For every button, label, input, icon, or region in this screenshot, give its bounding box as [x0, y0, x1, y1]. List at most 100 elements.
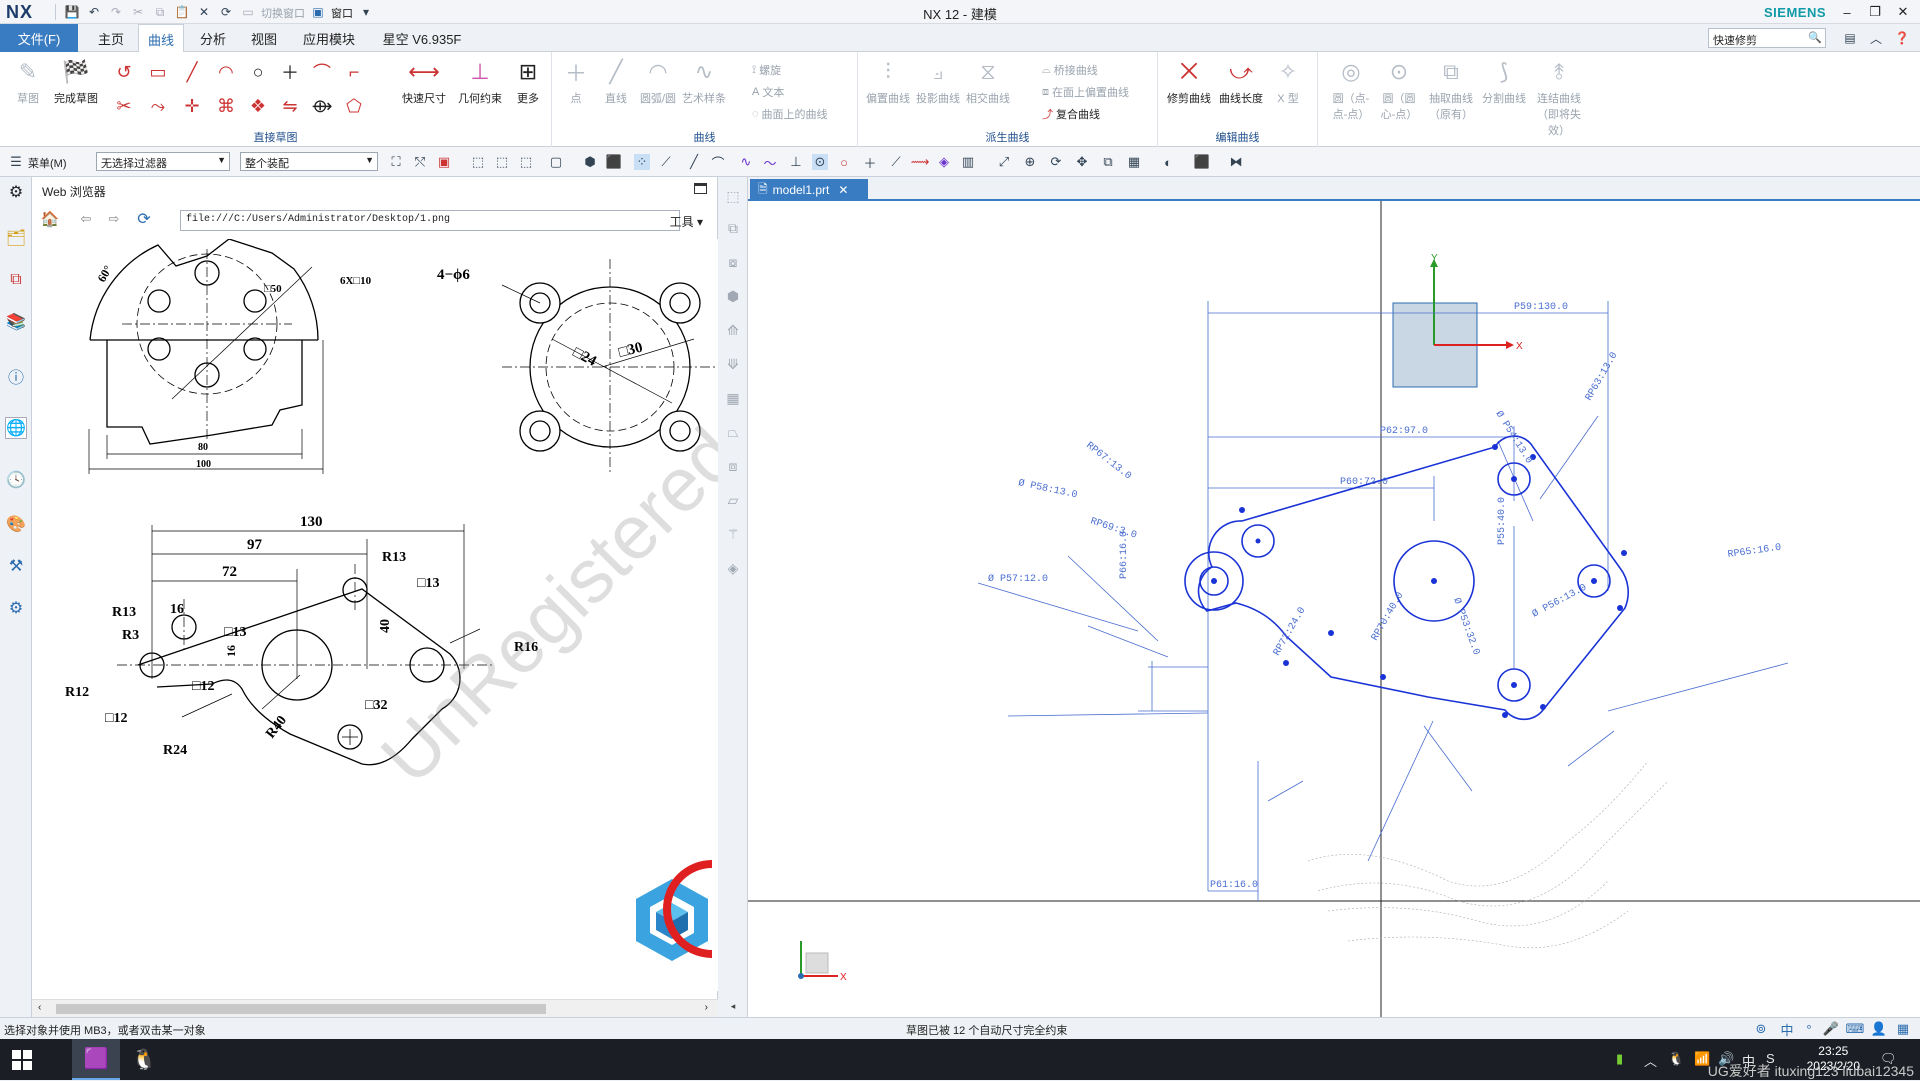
select-face-icon[interactable]: ⬚	[494, 154, 510, 170]
snap-spline-icon[interactable]: ∿	[738, 154, 754, 170]
pan-icon[interactable]: ✥	[1074, 154, 1090, 170]
tool-icon-5[interactable]: ⟰	[724, 321, 742, 339]
taskbar-qq-icon[interactable]: 🐧	[120, 1039, 168, 1080]
menu-icon[interactable]: ☰	[8, 154, 24, 170]
file-menu-tab[interactable]: 文件(F)	[0, 24, 78, 52]
snap-intersection-icon[interactable]: ＋	[862, 154, 878, 171]
window-style-icon[interactable]: ▤	[1842, 30, 1858, 46]
tools-menu[interactable]: 工具 ▾	[670, 213, 703, 230]
minimize-button[interactable]: –	[1834, 2, 1860, 22]
tab-applications[interactable]: 应用模块	[292, 24, 366, 52]
history-icon[interactable]: 🕓	[5, 469, 27, 491]
project-curve-icon[interactable]: ⟴	[310, 94, 334, 118]
select-all-icon[interactable]: ⛶	[388, 154, 404, 170]
solid-body-icon[interactable]: ⬢	[582, 154, 598, 170]
composite-curve-button[interactable]: ⤴ 复合曲线	[1042, 106, 1100, 122]
back-icon[interactable]: ⇦	[78, 211, 94, 227]
search-icon[interactable]: 🔍	[1808, 31, 1822, 44]
undo-icon[interactable]: ↶	[85, 4, 103, 20]
selection-filter-dropdown[interactable]: 无选择过滤器 ▼	[96, 152, 230, 171]
taskbar-nx-app-icon[interactable]: 🟪	[72, 1039, 120, 1080]
mirror-curve-icon[interactable]: ⇋	[278, 94, 302, 118]
profile-icon[interactable]: ↺	[112, 60, 136, 84]
snap-curve-icon[interactable]: ⌒	[710, 154, 726, 171]
tab-curve[interactable]: 曲线	[138, 24, 184, 53]
show-hide-icon[interactable]: ⬛	[1194, 154, 1210, 170]
sketch-canvas[interactable]: Y X P59:130.0 P62:97.0 P60:72.0 RP63:13.…	[748, 201, 1920, 1017]
curve-on-face-button[interactable]: ◌ 曲面上的曲线	[752, 106, 828, 122]
tool-icon-12[interactable]: ◈	[724, 559, 742, 577]
fillet-icon[interactable]: ⌒	[310, 60, 334, 84]
tool-icon-9[interactable]: ⧈	[724, 457, 742, 475]
tab-plugin[interactable]: 星空 V6.935F	[374, 24, 470, 52]
snap-perpendicular-icon[interactable]: ⊥	[788, 154, 804, 170]
snap-midpoint-icon[interactable]: ⟋	[658, 154, 674, 170]
snap-endpoint-icon[interactable]: ⁘	[634, 154, 650, 170]
scroll-right-icon[interactable]: ›	[705, 1002, 708, 1013]
scroll-left-icon[interactable]: ‹	[38, 1002, 41, 1013]
graphics-window[interactable]: Y X P59:130.0 P62:97.0 P60:72.0 RP63:13.…	[748, 201, 1920, 1017]
rotate-icon[interactable]: ⟳	[1048, 154, 1064, 170]
intersect-curve-button[interactable]: ⧖ 相交曲线	[964, 58, 1012, 106]
paste-icon[interactable]: 📋	[173, 4, 191, 20]
offset-curve-icon[interactable]: ⌘	[214, 94, 238, 118]
helix-button[interactable]: ⟟ 螺旋	[752, 62, 781, 78]
zoom-icon[interactable]: ⊕	[1022, 154, 1038, 170]
switch-window-label[interactable]: 切换窗口	[261, 4, 305, 21]
more-button[interactable]: ⊞ 更多	[506, 58, 550, 106]
snap-grid-icon[interactable]: ▥	[960, 154, 976, 170]
tray-battery-icon[interactable]: ▮	[1616, 1051, 1623, 1067]
quick-dimension-button[interactable]: ⟷ 快速尺寸	[396, 58, 452, 106]
fit-view-icon[interactable]: ⤢	[996, 154, 1012, 170]
window-icon[interactable]: ▣	[309, 4, 327, 20]
tool-icon-8[interactable]: ⏢	[724, 423, 742, 441]
tool-icon-3[interactable]: ⧇	[724, 253, 742, 271]
collapse-icon[interactable]: ◂	[724, 997, 742, 1015]
tray-app-icon[interactable]: 🐧	[1668, 1051, 1684, 1067]
copy-icon[interactable]: ⧉	[151, 4, 169, 20]
command-search-input[interactable]: 快速修剪 🔍	[1708, 28, 1826, 48]
split-curve-button[interactable]: ⟆ 分割曲线	[1480, 58, 1528, 106]
web-browser-icon[interactable]: 🌐	[5, 417, 27, 439]
snap-face-icon[interactable]: ◈	[936, 154, 952, 170]
customize-icon[interactable]: ▾	[357, 4, 375, 20]
refresh-icon[interactable]: ⟳	[136, 211, 152, 228]
tab-view[interactable]: 视图	[240, 24, 288, 52]
tray-chevron-icon[interactable]: ︿	[1644, 1051, 1657, 1070]
tool-icon-1[interactable]: ⬚	[724, 187, 742, 205]
restore-button[interactable]: ❐	[1862, 2, 1888, 22]
select-body-icon[interactable]: ⬚	[470, 154, 486, 170]
scrollbar-thumb[interactable]	[56, 1004, 546, 1014]
offset-curve-button[interactable]: ⫶ 偏置曲线	[864, 58, 912, 106]
cube-icon[interactable]: ⬛	[606, 154, 622, 170]
apps-icon[interactable]: ▦	[1894, 1020, 1912, 1038]
gear-icon[interactable]: ⚙	[5, 181, 27, 203]
user-icon[interactable]: 👤	[1870, 1020, 1888, 1038]
role-icon[interactable]: ⚒	[5, 555, 27, 577]
circle-center-button[interactable]: ⊙ 圆（圆心-点）	[1376, 58, 1422, 122]
select-feature-icon[interactable]: ▣	[436, 154, 452, 170]
windows-start-icon[interactable]	[12, 1050, 32, 1070]
rectangle-icon[interactable]: ▭	[146, 60, 170, 84]
offset-on-face-button[interactable]: ⧈ 在面上偏置曲线	[1042, 84, 1129, 100]
ime-punct-icon[interactable]: °	[1800, 1020, 1818, 1038]
tab-model1[interactable]: 🗎 model1.prt ✕	[750, 179, 868, 201]
part-navigator-icon[interactable]: 🗂	[5, 227, 27, 249]
quick-trim-icon[interactable]: ✂	[112, 94, 136, 118]
trim-curve-button[interactable]: ⨉ 修剪曲线	[1164, 58, 1214, 106]
window-menu[interactable]: 窗口	[331, 4, 353, 21]
switch-window-icon[interactable]: ▭	[239, 4, 257, 20]
polygon-icon[interactable]: ⬠	[342, 94, 366, 118]
close-button[interactable]: ✕	[1890, 2, 1916, 22]
menu-button[interactable]: 菜单(M)	[28, 155, 67, 171]
url-input[interactable]: file:///C:/Users/Administrator/Desktop/1…	[180, 210, 680, 231]
x-type-button[interactable]: ✧ X 型	[1266, 58, 1310, 106]
bridge-curve-button[interactable]: ⌓ 桥接曲线	[1042, 62, 1098, 78]
circle-3pt-button[interactable]: ◎ 圆（点-点-点）	[1328, 58, 1374, 122]
extract-curve-button[interactable]: ⧉ 抽取曲线（原有）	[1424, 58, 1478, 122]
geometric-constraints-button[interactable]: ⊥ 几何约束	[452, 58, 508, 106]
assembly-navigator-icon[interactable]: ⧉	[5, 269, 27, 291]
keyboard-icon[interactable]: ⌨	[1846, 1020, 1865, 1038]
ime-chinese-icon[interactable]: 中	[1778, 1020, 1796, 1038]
tool-icon-7[interactable]: ▦	[724, 389, 742, 407]
